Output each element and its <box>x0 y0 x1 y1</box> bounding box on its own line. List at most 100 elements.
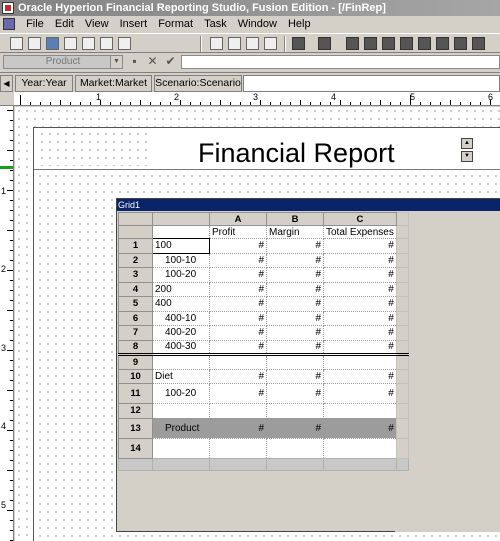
data-cell[interactable] <box>209 438 267 459</box>
grid-scrollbar[interactable] <box>395 296 409 312</box>
grid-scrollbar[interactable] <box>395 368 409 384</box>
row-label-cell[interactable]: 100-20 <box>152 267 210 283</box>
scroll-down-icon[interactable]: ▼ <box>461 151 473 162</box>
cancel-x-icon[interactable]: ✕ <box>146 55 159 68</box>
row-header[interactable]: 11 <box>118 383 153 404</box>
data-cell[interactable]: # <box>323 325 397 341</box>
column-label[interactable]: Profit <box>209 225 267 239</box>
grid-scrollbar[interactable] <box>395 225 409 239</box>
menu-view[interactable]: View <box>81 16 113 32</box>
data-cell[interactable] <box>209 354 267 370</box>
row-header[interactable]: 8 <box>118 339 153 356</box>
data-cell[interactable]: # <box>209 296 267 312</box>
table-cell[interactable] <box>152 225 210 239</box>
grid-scrollbar[interactable] <box>395 212 409 226</box>
data-cell[interactable]: # <box>266 369 324 384</box>
row-label-cell[interactable] <box>152 354 210 370</box>
data-cell[interactable]: # <box>266 238 324 254</box>
menu-help[interactable]: Help <box>284 16 315 32</box>
row-header[interactable]: 4 <box>118 281 153 297</box>
menu-edit[interactable]: Edit <box>51 16 78 32</box>
grid-scrollbar[interactable] <box>395 238 409 254</box>
align-top-icon[interactable] <box>400 37 413 50</box>
table-row[interactable]: 7 400-20 # # # <box>118 325 409 341</box>
data-cell[interactable] <box>266 403 324 419</box>
table-row[interactable]: 2 100-10 # # # <box>118 252 409 268</box>
data-cell[interactable]: # <box>209 418 267 439</box>
row-label-cell[interactable] <box>152 403 210 419</box>
insert-row-icon[interactable] <box>292 37 305 50</box>
row-header[interactable]: 13 <box>118 417 153 439</box>
print-preview-icon[interactable] <box>64 37 77 50</box>
grid-scrollbar[interactable] <box>395 252 409 268</box>
table-row[interactable]: 12 <box>118 403 409 419</box>
insert-grid-icon[interactable] <box>210 37 223 50</box>
functions-icon[interactable]: ▪ <box>128 55 141 68</box>
table-row[interactable]: 10 Diet # # # <box>118 368 409 384</box>
insert-chart-icon[interactable] <box>228 37 241 50</box>
data-cell[interactable] <box>209 403 267 419</box>
grid-object[interactable]: Grid1 A B C Profit Margin Total Expenses <box>116 198 500 532</box>
grid-scrollbar[interactable] <box>395 281 409 297</box>
grid-scrollbar[interactable] <box>395 339 409 356</box>
row-header[interactable]: 1 <box>118 238 153 254</box>
row-label-cell[interactable]: 400 <box>152 296 210 312</box>
row-label-cell[interactable]: Product <box>152 418 210 439</box>
data-cell[interactable]: # <box>323 267 397 283</box>
data-cell[interactable]: # <box>209 238 267 254</box>
table-row[interactable]: 14 <box>118 437 409 459</box>
grid-scrollbar[interactable] <box>395 310 409 326</box>
member-select[interactable]: Product ▼ <box>3 55 123 69</box>
data-cell[interactable]: # <box>266 325 324 341</box>
same-height-icon[interactable] <box>472 37 485 50</box>
align-right-icon[interactable] <box>382 37 395 50</box>
system-menu-icon[interactable] <box>3 18 15 30</box>
grid-title[interactable]: Grid1 <box>117 199 500 211</box>
row-label-cell[interactable]: 400-10 <box>152 311 210 326</box>
grid-scrollbar[interactable] <box>395 417 409 439</box>
chevron-left-icon[interactable]: ◀ <box>0 75 13 92</box>
data-cell[interactable]: # <box>266 282 324 297</box>
paste-icon[interactable] <box>118 37 131 50</box>
menu-insert[interactable]: Insert <box>116 16 152 32</box>
data-cell[interactable]: # <box>323 238 397 254</box>
row-label-cell[interactable]: 100-20 <box>152 383 210 404</box>
grid-scrollbar[interactable] <box>395 403 409 419</box>
menu-window[interactable]: Window <box>234 16 281 32</box>
open-icon[interactable] <box>28 37 41 50</box>
insert-text-icon[interactable] <box>264 37 277 50</box>
grid-scrollbar[interactable] <box>395 437 409 459</box>
data-cell[interactable]: # <box>266 253 324 268</box>
grid-scrollbar[interactable] <box>395 325 409 341</box>
data-cell[interactable]: # <box>266 296 324 312</box>
table-row[interactable]: 4 200 # # # <box>118 281 409 297</box>
save-icon[interactable] <box>46 37 59 50</box>
column-label[interactable]: Margin <box>266 225 324 239</box>
copy-icon[interactable] <box>100 37 113 50</box>
data-cell[interactable]: # <box>209 267 267 283</box>
grid-scrollbar[interactable] <box>395 383 409 404</box>
data-cell[interactable]: # <box>209 369 267 384</box>
table-row[interactable]: 3 100-20 # # # <box>118 267 409 283</box>
data-cell[interactable]: # <box>323 253 397 268</box>
data-cell[interactable]: # <box>323 311 397 326</box>
row-header[interactable]: 2 <box>118 252 153 268</box>
menu-file[interactable]: File <box>22 16 48 32</box>
data-cell[interactable]: # <box>209 340 267 356</box>
row-label-cell[interactable] <box>152 438 210 459</box>
data-cell[interactable]: # <box>323 296 397 312</box>
data-cell[interactable] <box>323 354 397 370</box>
align-left-icon[interactable] <box>346 37 359 50</box>
data-cell[interactable]: # <box>266 383 324 404</box>
insert-image-icon[interactable] <box>246 37 259 50</box>
align-center-icon[interactable] <box>364 37 377 50</box>
column-header-c[interactable]: C <box>323 212 397 226</box>
row-header[interactable]: 10 <box>118 368 153 384</box>
row-header[interactable]: 9 <box>118 354 153 370</box>
data-cell[interactable]: # <box>266 418 324 439</box>
data-cell[interactable]: # <box>266 267 324 283</box>
table-row[interactable]: 11 100-20 # # # <box>118 383 409 404</box>
formula-input[interactable] <box>181 55 500 69</box>
same-width-icon[interactable] <box>454 37 467 50</box>
data-cell[interactable]: # <box>266 340 324 356</box>
